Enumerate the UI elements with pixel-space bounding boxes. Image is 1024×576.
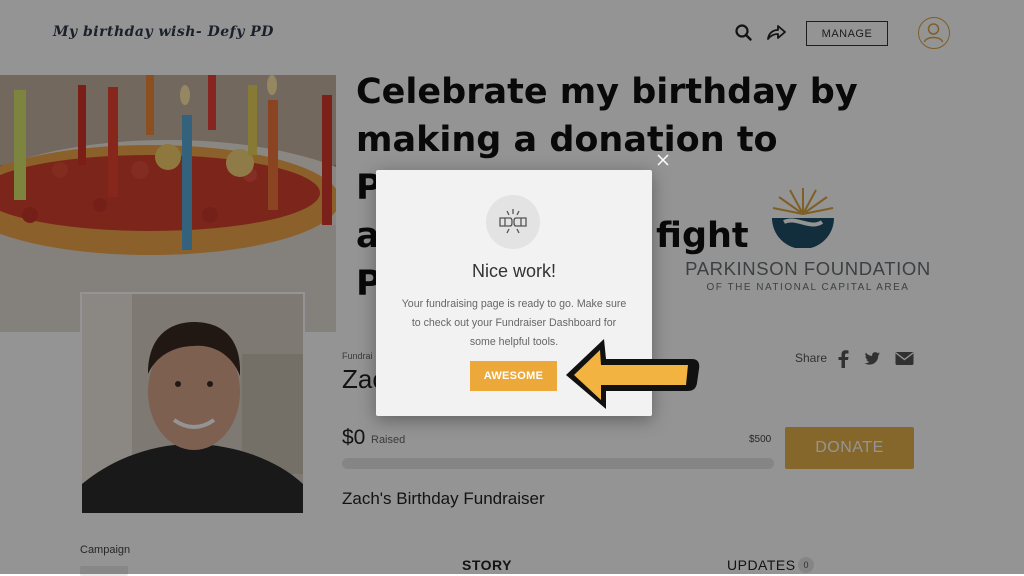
dialog-title: Nice work! (471, 261, 556, 281)
awesome-button[interactable]: AWESOME (470, 361, 557, 391)
pointing-arrow-icon (560, 333, 702, 413)
fist-bump-icon (486, 195, 540, 249)
close-icon[interactable] (655, 152, 671, 168)
